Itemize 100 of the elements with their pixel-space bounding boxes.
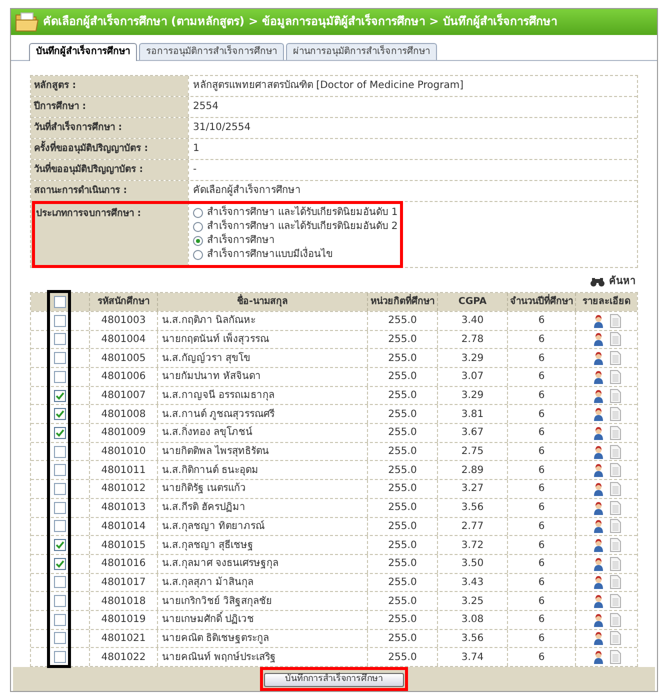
table-cell: 3.07 [437, 368, 507, 386]
table-cell: 2.75 [437, 442, 507, 460]
table-cell: 3.29 [437, 349, 507, 367]
checkbox[interactable] [54, 502, 66, 514]
person-icon[interactable] [592, 463, 604, 478]
checkbox[interactable] [54, 520, 66, 532]
person-icon[interactable] [592, 482, 604, 496]
table-cell: 255.0 [367, 368, 437, 386]
radio-label: สำเร็จการศึกษา และได้รับเกียรตินิยมอันดับ 1 [207, 205, 398, 219]
checkbox[interactable] [54, 314, 66, 327]
checkbox[interactable] [54, 446, 66, 458]
table-cell: 2.77 [437, 518, 507, 536]
field-value: หลักสูตรแพทยศาสตรบัณฑิต [Doctor of Medicine Program] [188, 76, 637, 96]
radio-button[interactable] [193, 250, 203, 260]
table-cell: 255.0 [367, 442, 437, 460]
document-icon[interactable] [610, 314, 620, 328]
person-icon[interactable] [592, 556, 604, 571]
tab[interactable]: ผ่านการอนุมัติการสำเร็จการศึกษา [286, 42, 437, 60]
tab[interactable]: บันทึกผู้สำเร็จการศึกษา [29, 42, 137, 61]
radio-button[interactable] [193, 236, 203, 246]
person-icon[interactable] [592, 631, 604, 646]
table-cell: 255.0 [367, 424, 437, 442]
checkbox[interactable] [54, 408, 66, 420]
person-icon[interactable] [592, 332, 604, 346]
person-icon[interactable] [592, 370, 604, 384]
table-cell: 6 [507, 536, 575, 554]
checkbox[interactable] [54, 370, 66, 383]
table-cell: 6 [507, 518, 575, 536]
document-icon[interactable] [610, 332, 620, 346]
checkbox[interactable] [54, 482, 66, 495]
person-icon[interactable] [592, 575, 604, 590]
table-cell: 4801021 [89, 630, 157, 648]
checkbox[interactable] [54, 576, 66, 588]
radio-button[interactable] [193, 208, 203, 218]
table-cell: 6 [507, 368, 575, 386]
person-icon[interactable] [592, 650, 604, 664]
document-icon[interactable] [610, 388, 620, 403]
table-cell: 255.0 [367, 610, 437, 629]
document-icon[interactable] [610, 500, 620, 515]
table-cell: น.ส.กาญจนี อรรถเมธากุล [157, 386, 367, 404]
document-icon[interactable] [610, 463, 620, 478]
document-icon[interactable] [610, 351, 620, 366]
checkbox[interactable] [54, 614, 66, 626]
field-label: วันที่สำเร็จการศึกษา : [31, 118, 188, 138]
table-cell: 255.0 [367, 461, 437, 480]
person-icon[interactable] [592, 538, 604, 552]
table-cell: 3.81 [437, 405, 507, 424]
column-header: จำนวนปีที่ศึกษา [507, 292, 575, 311]
person-icon[interactable] [592, 444, 604, 459]
checkbox[interactable] [54, 632, 66, 644]
checkbox[interactable] [54, 539, 66, 552]
table-cell: 255.0 [367, 592, 437, 610]
radio-button[interactable] [193, 222, 203, 232]
document-icon[interactable] [610, 519, 620, 534]
person-icon[interactable] [592, 426, 604, 440]
radio-label: สำเร็จการศึกษา และได้รับเกียรตินิยมอันดับ 2 [207, 219, 398, 233]
document-icon[interactable] [610, 631, 620, 646]
table-cell: 4801008 [89, 405, 157, 424]
document-icon[interactable] [610, 370, 620, 384]
table-cell: 3.40 [437, 312, 507, 330]
document-icon[interactable] [610, 612, 620, 627]
field-value: 31/10/2554 [188, 118, 637, 138]
checkbox[interactable] [54, 333, 66, 346]
person-icon[interactable] [592, 500, 604, 515]
table-cell: น.ส.กุลมาศ จงธนเศรษฐกุล [157, 554, 367, 573]
document-icon[interactable] [610, 538, 620, 552]
checkbox[interactable] [54, 595, 66, 608]
person-icon[interactable] [592, 388, 604, 403]
person-icon[interactable] [592, 519, 604, 534]
checkbox[interactable] [54, 426, 66, 439]
checkbox[interactable] [54, 390, 66, 402]
binoculars-icon[interactable] [590, 276, 605, 287]
table-cell: น.ส.กฤติภา นิลกัณหะ [157, 312, 367, 330]
column-header: ชื่อ-นามสกุล [157, 292, 367, 311]
table-cell: 6 [507, 554, 575, 573]
document-icon[interactable] [610, 444, 620, 459]
document-icon[interactable] [610, 426, 620, 440]
person-icon[interactable] [592, 612, 604, 627]
checkbox[interactable] [54, 651, 66, 664]
checkbox[interactable] [54, 558, 66, 570]
search-link[interactable]: ค้นหา [609, 274, 636, 290]
person-icon[interactable] [592, 407, 604, 422]
person-icon[interactable] [592, 594, 604, 608]
document-icon[interactable] [610, 594, 620, 608]
document-icon[interactable] [610, 556, 620, 571]
document-icon[interactable] [610, 575, 620, 590]
person-icon[interactable] [592, 351, 604, 366]
checkbox[interactable] [54, 352, 66, 364]
document-icon[interactable] [610, 482, 620, 496]
checkbox[interactable] [54, 464, 66, 476]
field-label: หลักสูตร : [31, 76, 188, 96]
tab[interactable]: รอการอนุมัติการสำเร็จการศึกษา [139, 42, 284, 60]
document-icon[interactable] [610, 407, 620, 422]
document-icon[interactable] [610, 650, 620, 664]
table-cell: 4801007 [89, 386, 157, 404]
person-icon[interactable] [592, 314, 604, 328]
table-cell: น.ส.กานต์ ภูชณสุวรรณศรี [157, 405, 367, 424]
table-cell: 255.0 [367, 480, 437, 498]
save-button[interactable]: บันทึกการสำเร็จการศึกษา [264, 672, 404, 687]
checkbox[interactable] [54, 296, 66, 308]
